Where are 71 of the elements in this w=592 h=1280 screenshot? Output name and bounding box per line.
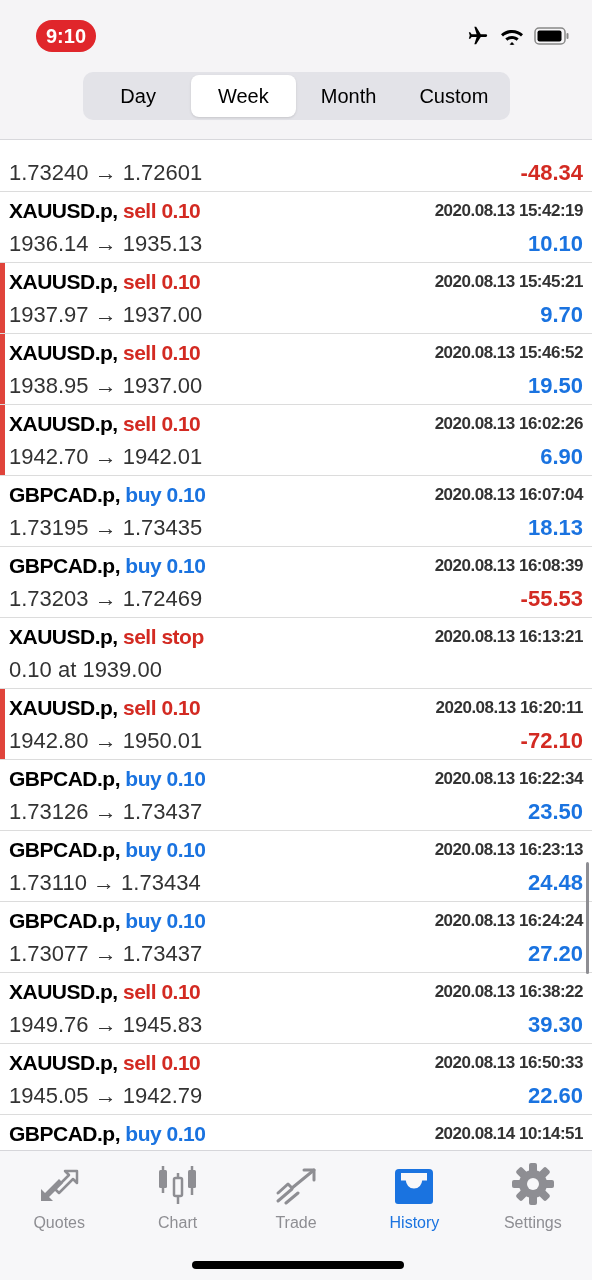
deal-time: 2020.08.13 16:24:24 — [434, 910, 583, 933]
deal-title: GBPCAD.p, buy 0.10 — [9, 908, 206, 935]
deal-title: GBPCAD.p, buy 0.10 — [9, 1121, 206, 1148]
deal-prices: 1.73126 → 1.73437 — [9, 797, 203, 826]
deal-title: XAUUSD.p, sell 0.10 — [9, 1050, 201, 1077]
deal-profit: 23.50 — [527, 797, 583, 826]
deal-time: 2020.08.13 16:23:13 — [434, 839, 583, 862]
deal-title: GBPCAD.p, buy 0.10 — [9, 482, 206, 509]
deal-profit: 19.50 — [527, 371, 583, 400]
deal-prices: 1936.14 → 1935.13 — [9, 229, 203, 258]
deal-time: 2020.08.13 16:08:39 — [434, 555, 583, 578]
settings-icon — [511, 1163, 554, 1205]
status-time: 9:10 — [36, 20, 97, 52]
tab-bar-item[interactable]: Trade — [236, 1151, 356, 1237]
period-tab[interactable]: Week — [190, 75, 296, 117]
deal-title: GBPCAD.p, buy 0.10 — [9, 837, 206, 864]
deal-time: 2020.08.13 15:46:52 — [434, 342, 583, 365]
deal-prices: 1937.97 → 1937.00 — [9, 300, 203, 329]
deal-title: XAUUSD.p, sell 0.10 — [9, 695, 201, 722]
deal-time: 2020.08.13 16:50:33 — [434, 1052, 583, 1075]
deal-profit: 22.60 — [527, 1081, 583, 1110]
deal-prices: 1.73077 → 1.73437 — [9, 939, 203, 968]
tab-bar-item[interactable]: Chart — [118, 1151, 237, 1237]
deal-prices: 1949.76 → 1945.83 — [9, 1010, 203, 1039]
period-tab[interactable]: Custom — [401, 75, 507, 117]
deal-profit: 24.48 — [527, 868, 583, 897]
deal-prices: 1.73110 → 1.73434 — [9, 868, 201, 897]
deal-title: GBPCAD.p, buy 0.10 — [9, 553, 206, 580]
deal-profit: 6.90 — [540, 442, 583, 471]
deal-title: XAUUSD.p, sell 0.10 — [9, 411, 201, 438]
airplane-icon — [466, 25, 490, 47]
tab-bar-item[interactable]: Settings — [473, 1151, 592, 1237]
deal-prices: 1.73195 → 1.73435 — [9, 513, 203, 542]
deal-prices: 0.10 at 1939.00 — [9, 655, 162, 684]
deal-profit: 39.30 — [527, 1010, 583, 1039]
deal-title: XAUUSD.p, sell 0.10 — [9, 340, 201, 367]
deal-time: 2020.08.13 15:45:21 — [434, 271, 583, 294]
deal-prices: 1945.05 → 1942.79 — [9, 1081, 203, 1110]
deal-time: 2020.08.13 16:02:26 — [434, 413, 583, 436]
deal-prices: 1938.95 → 1937.00 — [9, 371, 203, 400]
deal-profit: -55.53 — [520, 584, 583, 613]
deal-prices: 1942.70 → 1942.01 — [9, 442, 203, 471]
inbox-icon — [393, 1167, 436, 1205]
trend-arrow-icon — [274, 1167, 318, 1205]
deal-time: 2020.08.13 16:38:22 — [434, 981, 583, 1004]
deal-title: XAUUSD.p, sell stop — [9, 624, 204, 651]
deal-profit: -48.34 — [520, 158, 583, 187]
wifi-icon — [500, 27, 524, 45]
battery-icon — [534, 27, 570, 45]
deal-time: 2020.08.13 16:07:04 — [434, 484, 583, 507]
deal-prices: 1.73203 → 1.72469 — [9, 584, 203, 613]
deal-time: 2020.08.13 16:13:21 — [434, 626, 583, 649]
deal-time: 2020.08.13 16:20:11 — [435, 697, 583, 720]
deal-prices: 1942.80 → 1950.01 — [9, 726, 203, 755]
deal-title: XAUUSD.p, sell 0.10 — [9, 269, 201, 296]
deal-time: 2020.08.13 16:22:34 — [434, 768, 583, 791]
deal-profit: 9.70 — [540, 300, 583, 329]
deal-prices: 1.73240 → 1.72601 — [9, 158, 203, 187]
deal-time: 2020.08.13 15:42:19 — [434, 200, 583, 223]
tab-bar-item[interactable]: History — [355, 1151, 474, 1237]
deal-profit: 27.20 — [527, 939, 583, 968]
period-tab[interactable]: Day — [85, 75, 191, 117]
deal-profit: 10.10 — [527, 229, 583, 258]
deal-profit: -72.10 — [520, 726, 583, 755]
period-tab[interactable]: Month — [296, 75, 402, 117]
deal-time: 2020.08.14 10:14:51 — [434, 1123, 583, 1146]
deal-title: XAUUSD.p, sell 0.10 — [9, 979, 201, 1006]
tab-bar-item[interactable]: Quotes — [0, 1151, 119, 1237]
deal-title: XAUUSD.p, sell 0.10 — [9, 198, 201, 225]
deal-profit: 18.13 — [527, 513, 583, 542]
deal-title: GBPCAD.p, buy 0.10 — [9, 766, 206, 793]
